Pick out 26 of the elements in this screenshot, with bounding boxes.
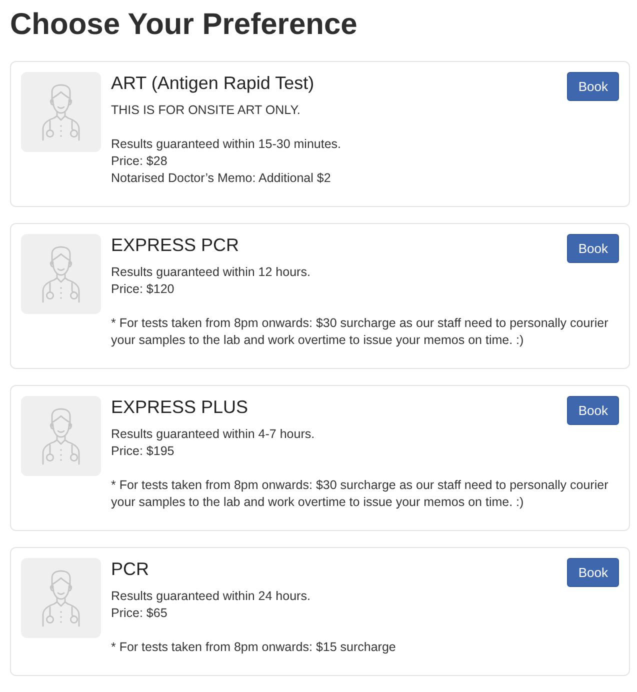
description-text: Price: $120 — [111, 281, 174, 298]
description-text: Notarised Doctor’s Memo: Additional $2 — [111, 170, 331, 187]
doctor-icon — [21, 234, 101, 314]
description-text: * For tests taken from 8pm onwards: $30 surcharge as our staff need to personally courier your samples to the lab and work overtime to issue your memos on time. :) — [111, 477, 610, 511]
book-button[interactable]: Book — [567, 558, 619, 587]
description-text: * For tests taken from 8pm onwards: $15 surcharge — [111, 639, 396, 656]
option-title: PCR — [111, 558, 150, 580]
description-text: Results guaranteed within 24 hours. — [111, 588, 310, 605]
description-text: Results guaranteed within 12 hours. — [111, 264, 310, 281]
book-button[interactable]: Book — [567, 234, 619, 263]
description-text: Price: $28 — [111, 153, 168, 170]
description-text: Results guaranteed within 15-30 minutes. — [111, 136, 341, 153]
doctor-icon — [21, 396, 101, 476]
book-button[interactable]: Book — [567, 396, 619, 425]
description-text: THIS IS FOR ONSITE ART ONLY. — [111, 102, 300, 119]
option-title: EXPRESS PLUS — [111, 396, 248, 418]
description-text: Results guaranteed within 4-7 hours. — [111, 426, 315, 443]
description-text: * For tests taken from 8pm onwards: $30 surcharge as our staff need to personally courier your samples to the lab and work overtime to issue your memos on time. :) — [111, 315, 610, 349]
option-title: ART (Antigen Rapid Test) — [111, 72, 314, 94]
doctor-icon — [21, 72, 101, 152]
doctor-icon — [21, 558, 101, 638]
page-heading: Choose Your Preference — [10, 8, 358, 42]
book-button[interactable]: Book — [567, 72, 619, 101]
description-text: Price: $195 — [111, 443, 174, 460]
description-text: Price: $65 — [111, 605, 168, 622]
option-title: EXPRESS PCR — [111, 234, 240, 256]
